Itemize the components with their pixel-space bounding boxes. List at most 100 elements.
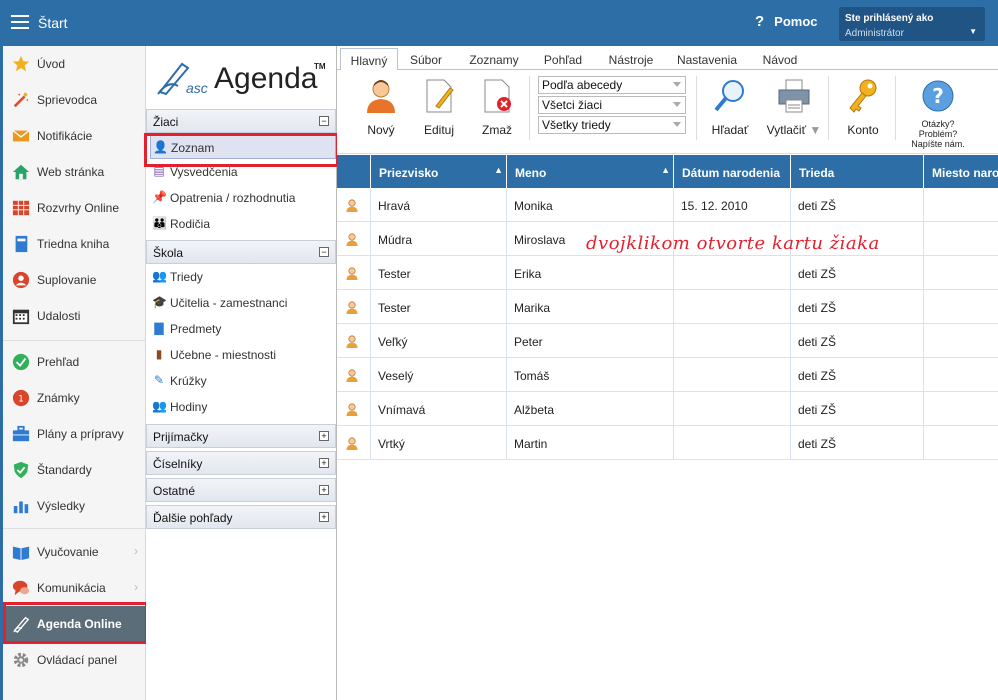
sidebar-item-label: Ovládací panel	[37, 653, 118, 667]
dropdown-arrow-icon	[673, 102, 681, 107]
tab-navod[interactable]: Návod	[755, 48, 805, 70]
class-icon: 👥	[152, 269, 167, 283]
delete-label: Zmaž	[482, 123, 512, 137]
column-header-label: Priezvisko	[379, 166, 439, 180]
sidebar-item-ovladaci-panel[interactable]: Ovládací panel	[3, 642, 146, 678]
ribbon-tabs: Hlavný Súbor Zoznamy Pohľad Nástroje Nas…	[337, 46, 998, 71]
group-ciselniky[interactable]: Číselníky +	[146, 451, 336, 475]
collapse-icon[interactable]: −	[319, 247, 329, 257]
sidebar-item-standardy[interactable]: Štandardy	[3, 452, 146, 488]
column-header-label: Dátum narodenia	[682, 166, 781, 180]
table-cell: deti ZŠ	[790, 290, 924, 324]
column-header-priezvisko[interactable]: Priezvisko ▲	[370, 155, 507, 188]
new-button[interactable]: Nový	[359, 76, 403, 144]
sidebar-item-udalosti[interactable]: Udalosti	[3, 298, 146, 334]
sidebar-item-label: Triedna kniha	[37, 237, 110, 251]
group-label: Ďalšie pohľady	[153, 511, 233, 525]
edit-button[interactable]: Edituj	[419, 76, 459, 144]
group-prijimacky[interactable]: Prijímačky +	[146, 424, 336, 448]
table-cell: deti ZŠ	[790, 324, 924, 358]
sidebar-item-notifikacie[interactable]: Notifikácie	[3, 118, 146, 154]
graduation-cap-icon: 🎓	[152, 295, 167, 309]
nav-item-rodicia[interactable]: 👪 Rodičia	[150, 212, 336, 236]
table-row[interactable]: Tester Marika deti ZŠ	[337, 290, 998, 324]
sidebar-item-label: Notifikácie	[37, 129, 93, 143]
sidebar-item-label: Web stránka	[37, 165, 105, 179]
account-button[interactable]: Konto	[840, 76, 886, 144]
subject-book-icon: ▇	[154, 321, 164, 335]
sidebar-item-uvod[interactable]: Úvod	[3, 46, 146, 82]
tab-subor[interactable]: Súbor	[401, 48, 451, 70]
table-cell	[673, 324, 791, 358]
sidebar-item-vysledky[interactable]: Výsledky	[3, 488, 146, 524]
table-cell	[673, 256, 791, 290]
sidebar-item-prehlad[interactable]: Prehľad	[3, 344, 146, 380]
nav-item-triedy[interactable]: 👥 Triedy	[150, 265, 336, 289]
nav-item-ucitelia[interactable]: 🎓 Učitelia - zamestnanci	[150, 291, 336, 315]
table-cell: Vnímavá	[370, 392, 507, 426]
app-title[interactable]: Štart	[38, 15, 68, 31]
students-filter-select[interactable]: Všetci žiaci	[538, 96, 686, 114]
sidebar-item-triedna-kniha[interactable]: Triedna kniha	[3, 226, 146, 262]
column-header-trieda[interactable]: Trieda	[790, 155, 924, 188]
help-label: Pomoc	[774, 14, 818, 29]
logo-agenda-text: Agenda	[214, 62, 318, 95]
sidebar-item-suplovanie[interactable]: Suplovanie	[3, 262, 146, 298]
sidebar-item-web-stranka[interactable]: Web stránka	[3, 154, 146, 190]
nav-item-predmety[interactable]: ▇ Predmety	[150, 317, 336, 341]
user-menu[interactable]: Ste prihlásený ako Administrátor ▼	[839, 7, 985, 41]
group-skola[interactable]: Škola −	[146, 240, 336, 264]
column-header-datum-narodenia[interactable]: Dátum narodenia	[673, 155, 791, 188]
table-cell: deti ZŠ	[790, 256, 924, 290]
classes-filter-select[interactable]: Všetky triedy	[538, 116, 686, 134]
delete-button[interactable]: Zmaž	[477, 76, 517, 144]
expand-icon[interactable]: +	[319, 485, 329, 495]
nav-item-kruzky[interactable]: ✎ Krúžky	[150, 369, 336, 393]
group-dalsie-pohlady[interactable]: Ďalšie pohľady +	[146, 505, 336, 529]
group-ziaci[interactable]: Žiaci −	[146, 109, 336, 133]
table-row[interactable]: Veselý Tomáš deti ZŠ	[337, 358, 998, 392]
table-cell	[923, 358, 998, 392]
tab-hlavny[interactable]: Hlavný	[340, 48, 398, 71]
star-icon	[12, 55, 30, 72]
sidebar-item-rozvrhy-online[interactable]: Rozvrhy Online	[3, 190, 146, 226]
help-button[interactable]: ? Pomoc	[755, 13, 818, 30]
tab-zoznamy[interactable]: Zoznamy	[463, 48, 525, 70]
sidebar-item-komunikacia[interactable]: Komunikácia ›	[3, 570, 146, 606]
sidebar-item-sprievodca[interactable]: Sprievodca	[3, 82, 146, 118]
sidebar-item-plany-a-pripravy[interactable]: Plány a prípravy	[3, 416, 146, 452]
sidebar-item-znamky[interactable]: 1 Známky	[3, 380, 146, 416]
nav-item-ucebne[interactable]: ▮ Učebne - miestnosti	[150, 343, 336, 367]
sort-select[interactable]: Podľa abecedy	[538, 76, 686, 94]
sidebar-item-label: Úvod	[37, 57, 66, 71]
tab-pohlad[interactable]: Pohľad	[535, 48, 591, 70]
print-button[interactable]: Vytlačiť ▼	[765, 76, 823, 144]
collapse-icon[interactable]: −	[319, 116, 329, 126]
nav-item-opatrenia[interactable]: 📌 Opatrenia / rozhodnutia	[150, 186, 336, 210]
search-button[interactable]: Hľadať	[705, 76, 755, 144]
print-label: Vytlačiť ▼	[765, 123, 823, 137]
tab-nastroje[interactable]: Nástroje	[603, 48, 659, 70]
hamburger-menu-icon[interactable]	[11, 15, 29, 29]
column-header-miesto-narodenia[interactable]: Miesto naro	[923, 155, 998, 188]
tab-nastavenia[interactable]: Nastavenia	[671, 48, 743, 70]
column-header-meno[interactable]: Meno ▲	[506, 155, 674, 188]
nav-item-hodiny[interactable]: 👥 Hodiny	[150, 395, 336, 419]
table-row[interactable]: Vrtký Martin deti ZŠ	[337, 426, 998, 460]
group-ostatne[interactable]: Ostatné +	[146, 478, 336, 502]
sidebar-item-label: Udalosti	[37, 309, 81, 323]
expand-icon[interactable]: +	[319, 512, 329, 522]
table-row[interactable]: Hravá Monika 15. 12. 2010 deti ZŠ	[337, 188, 998, 222]
support-button[interactable]: ? Otázky? Problém? Napíšte nám.	[905, 76, 971, 149]
table-row[interactable]: Veľký Peter deti ZŠ	[337, 324, 998, 358]
table-row[interactable]: Tester Erika deti ZŠ	[337, 256, 998, 290]
expand-icon[interactable]: +	[319, 431, 329, 441]
print-dropdown-icon[interactable]: ▼	[809, 123, 821, 137]
sidebar-item-vyucovanie[interactable]: Vyučovanie ›	[3, 534, 146, 570]
person-icon	[12, 271, 30, 289]
shield-check-icon	[13, 461, 29, 479]
table-row[interactable]: Vnímavá Alžbeta deti ZŠ	[337, 392, 998, 426]
expand-icon[interactable]: +	[319, 458, 329, 468]
table-cell: Vrtký	[370, 426, 507, 460]
group-label: Prijímačky	[153, 430, 209, 444]
